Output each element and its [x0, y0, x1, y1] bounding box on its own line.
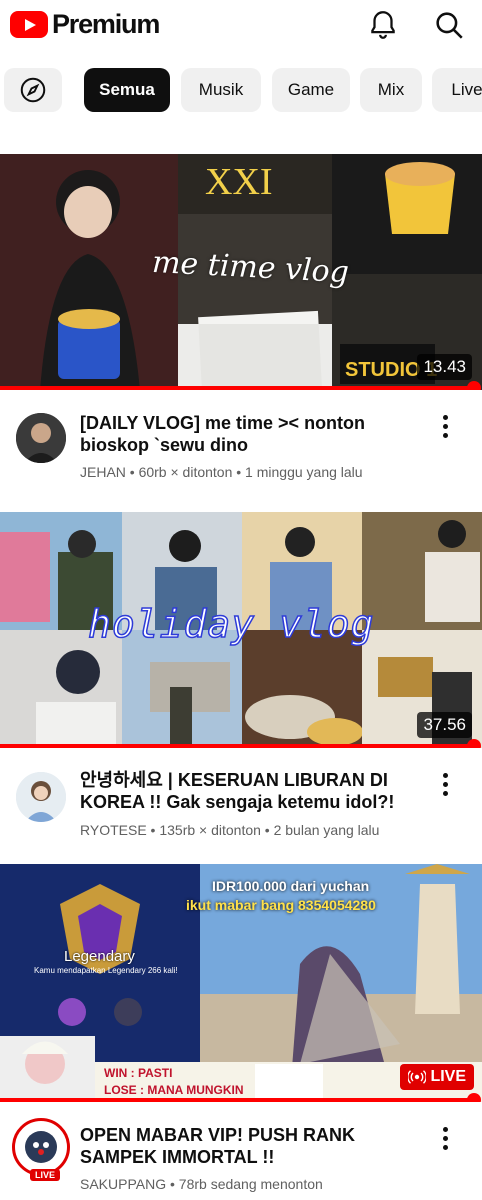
logo-text: Premium — [52, 9, 160, 39]
watch-progress-handle — [467, 739, 481, 748]
chip-semua[interactable]: Semua — [84, 68, 170, 112]
video-subtitle: SAKUPPANG • 78rb sedang menonton — [80, 1176, 323, 1192]
channel-avatar[interactable] — [16, 772, 66, 822]
video-duration: 37.56 — [417, 712, 472, 738]
live-stream-thumbnail[interactable]: IDR100.000 dari yuchan ikut mabar bang 8… — [0, 864, 482, 1102]
watch-progress-handle — [467, 1093, 481, 1102]
channel-avatar — [18, 1124, 64, 1170]
channel-avatar[interactable] — [16, 413, 66, 463]
watch-progress-handle — [467, 381, 481, 390]
avatar-image — [16, 413, 66, 463]
video-meta: 안녕하세요 | KESERUAN LIBURAN DI KOREA !! Gak… — [0, 766, 482, 846]
video-title[interactable]: OPEN MABAR VIP! PUSH RANK SAMPEK IMMORTA… — [80, 1124, 420, 1168]
chip-mix[interactable]: Mix — [360, 68, 422, 112]
watch-progress-bar — [0, 386, 474, 390]
video-meta: LIVE OPEN MABAR VIP! PUSH RANK SAMPEK IM… — [0, 1118, 482, 1200]
video-title[interactable]: [DAILY VLOG] me time >< nonton bioskop `… — [80, 412, 420, 456]
video-duration: 13.43 — [417, 354, 472, 380]
more-options-button[interactable] — [436, 412, 454, 442]
donation-line-1: IDR100.000 dari yuchan — [212, 878, 370, 894]
video-meta: [DAILY VLOG] me time >< nonton bioskop `… — [0, 408, 482, 488]
explore-chip[interactable] — [4, 68, 62, 112]
chip-musik[interactable]: Musik — [181, 68, 261, 112]
youtube-play-icon — [10, 11, 48, 38]
video-thumbnail[interactable]: holiday vlog 37.56 — [0, 512, 482, 748]
thumbnail-overlay-text: holiday vlog — [87, 601, 375, 647]
video-subtitle: JEHAN • 60rb × ditonton • 1 minggu yang … — [80, 464, 363, 480]
channel-avatar-live-ring[interactable] — [12, 1118, 70, 1176]
compass-icon — [20, 77, 46, 103]
watch-progress-bar — [0, 1098, 474, 1102]
svg-text:XXI: XXI — [205, 161, 273, 203]
live-badge: LIVE — [400, 1064, 474, 1090]
live-broadcast-icon — [408, 1070, 427, 1084]
video-subtitle: RYOTESE • 135rb × ditonton • 2 bulan yan… — [80, 822, 380, 838]
app-header: Premium — [0, 0, 482, 52]
chip-game[interactable]: Game — [272, 68, 350, 112]
lose-text: LOSE : MANA MUNGKIN — [104, 1083, 244, 1097]
filter-chips-bar: Semua Musik Game Mix Live — [0, 68, 482, 114]
chip-live[interactable]: Live — [432, 68, 482, 112]
more-options-button[interactable] — [436, 1124, 454, 1154]
rank-label: Legendary — [64, 948, 135, 965]
video-thumbnail[interactable]: XXI STUDIO 1 me time vlog 13.43 — [0, 154, 482, 390]
more-options-button[interactable] — [436, 770, 454, 800]
avatar-live-pill: LIVE — [30, 1169, 61, 1181]
live-badge-label: LIVE — [430, 1068, 466, 1085]
watch-progress-bar — [0, 744, 474, 748]
search-icon[interactable] — [432, 8, 466, 42]
video-title[interactable]: 안녕하세요 | KESERUAN LIBURAN DI KOREA !! Gak… — [80, 769, 420, 813]
avatar-image — [16, 772, 66, 822]
win-text: WIN : PASTI — [104, 1066, 173, 1080]
rank-note: Kamu mendapatkan Legendary 266 kali! — [34, 966, 178, 975]
notifications-bell-icon[interactable] — [366, 8, 400, 42]
youtube-premium-logo[interactable]: Premium — [10, 9, 160, 40]
avatar-image — [18, 1124, 64, 1170]
donation-line-2: ikut mabar bang 8354054280 — [186, 897, 376, 913]
